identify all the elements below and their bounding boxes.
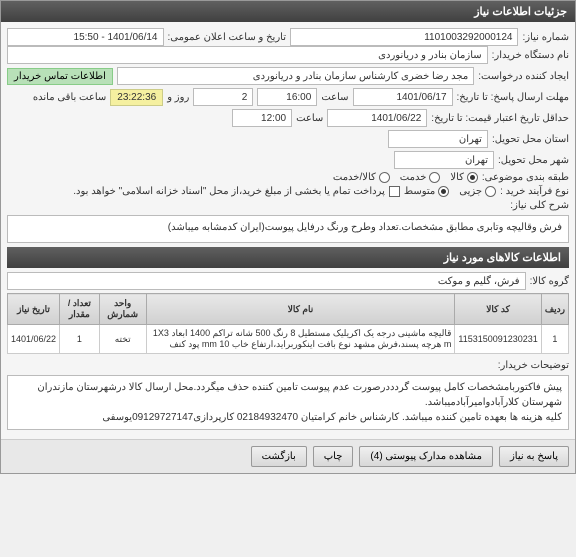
days-value: 2 <box>193 88 253 106</box>
need-number-value: 1101003292000124 <box>290 28 518 46</box>
validity-label: حداقل تاریخ اعتبار قیمت: تا تاریخ: <box>431 113 569 124</box>
th-qty: تعداد / مقدار <box>60 294 100 325</box>
province-value: تهران <box>388 130 488 148</box>
radio-small-label: جزیی <box>459 186 482 197</box>
deadline-reply-label: مهلت ارسال پاسخ: تا تاریخ: <box>457 92 569 103</box>
cell-date: 1401/06/22 <box>8 325 60 354</box>
announce-value: 1401/06/14 - 15:50 <box>7 28 164 46</box>
group-label: گروه کالا: <box>530 276 569 287</box>
process-radio-group: جزیی متوسط <box>404 186 496 197</box>
th-row: ردیف <box>541 294 568 325</box>
radio-goods-label: کالا <box>450 172 464 183</box>
cell-name: قالیچه ماشینی درجه یک اکریلیک مستطیل 8 ر… <box>146 325 455 354</box>
payment-note: پرداخت تمام یا بخشی از مبلغ خرید،از محل … <box>73 186 385 197</box>
cell-qty: 1 <box>60 325 100 354</box>
time-label-1: ساعت <box>321 92 348 103</box>
cell-unit: تخته <box>99 325 146 354</box>
radio-service[interactable]: خدمت <box>400 172 441 183</box>
radio-goods-input[interactable] <box>467 172 478 183</box>
province-label: استان محل تحویل: <box>492 134 569 145</box>
remarks-label: توضیحات خریدار: <box>498 360 569 371</box>
remarks-value: پیش فاکتوربامشخصات کامل پیوست گردددرصورت… <box>7 375 569 430</box>
process-label: نوع فرآیند خرید : <box>500 186 569 197</box>
radio-goods[interactable]: کالا <box>450 172 478 183</box>
panel-title: جزئیات اطلاعات نیاز <box>1 1 575 22</box>
table-header-row: ردیف کد کالا نام کالا واحد شمارش تعداد /… <box>8 294 569 325</box>
radio-goods-service[interactable]: کالا/خدمت <box>333 172 390 183</box>
category-label: طبقه بندی موضوعی: <box>482 172 569 183</box>
contact-buyer-button[interactable]: اطلاعات تماس خریدار <box>7 68 113 85</box>
th-unit: واحد شمارش <box>99 294 146 325</box>
print-button[interactable]: چاپ <box>313 446 354 467</box>
items-section-title: اطلاعات کالاهای مورد نیاز <box>7 247 569 268</box>
validity-time: 12:00 <box>232 109 292 127</box>
deadline-reply-time: 16:00 <box>257 88 317 106</box>
radio-small[interactable]: جزیی <box>459 186 496 197</box>
remaining-label: ساعت باقی مانده <box>33 92 106 103</box>
cell-code: 1153150091230231 <box>455 325 541 354</box>
panel-body: شماره نیاز: 1101003292000124 تاریخ و ساع… <box>1 22 575 439</box>
validity-date: 1401/06/22 <box>327 109 427 127</box>
button-row: پاسخ به نیاز مشاهده مدارک پیوستی (4) چاپ… <box>1 439 575 473</box>
buyer-value: سازمان بنادر و دریانوردی <box>7 46 488 64</box>
desc-label: شرح کلی نیاز: <box>510 200 569 211</box>
countdown-value: 23:22:36 <box>110 89 163 106</box>
radio-medium[interactable]: متوسط <box>404 186 449 197</box>
announce-label: تاریخ و ساعت اعلان عمومی: <box>168 32 287 43</box>
deadline-reply-date: 1401/06/17 <box>353 88 453 106</box>
need-number-label: شماره نیاز: <box>522 32 569 43</box>
requester-value: مجد رضا خضری کارشناس سازمان بنادر و دریا… <box>117 67 474 85</box>
city-label: شهر محل تحویل: <box>498 155 569 166</box>
need-details-panel: جزئیات اطلاعات نیاز شماره نیاز: 11010032… <box>0 0 576 474</box>
attachments-button[interactable]: مشاهده مدارک پیوستی (4) <box>359 446 493 467</box>
items-table: ردیف کد کالا نام کالا واحد شمارش تعداد /… <box>7 293 569 354</box>
radio-medium-input[interactable] <box>438 186 449 197</box>
radio-medium-label: متوسط <box>404 186 435 197</box>
th-code: کد کالا <box>455 294 541 325</box>
desc-value: فرش وقالیچه وتابری مطابق مشخصات.تعداد وط… <box>7 215 569 243</box>
radio-goods-service-input[interactable] <box>379 172 390 183</box>
buyer-label: نام دستگاه خریدار: <box>492 50 569 61</box>
radio-goods-service-label: کالا/خدمت <box>333 172 376 183</box>
time-label-2: ساعت <box>296 113 323 124</box>
cell-row: 1 <box>541 325 568 354</box>
radio-small-input[interactable] <box>485 186 496 197</box>
back-button[interactable]: بازگشت <box>251 446 307 467</box>
table-row: 1 1153150091230231 قالیچه ماشینی درجه یک… <box>8 325 569 354</box>
th-date: تاریخ نیاز <box>8 294 60 325</box>
reply-button[interactable]: پاسخ به نیاز <box>499 446 569 467</box>
th-name: نام کالا <box>146 294 455 325</box>
requester-label: ایجاد کننده درخواست: <box>478 71 569 82</box>
group-value: فرش، گلیم و موکت <box>7 272 526 290</box>
radio-service-label: خدمت <box>400 172 427 183</box>
treasury-checkbox[interactable] <box>389 186 400 197</box>
category-radio-group: کالا خدمت کالا/خدمت <box>333 172 478 183</box>
radio-service-input[interactable] <box>429 172 440 183</box>
days-label: روز و <box>167 92 189 103</box>
city-value: تهران <box>394 151 494 169</box>
